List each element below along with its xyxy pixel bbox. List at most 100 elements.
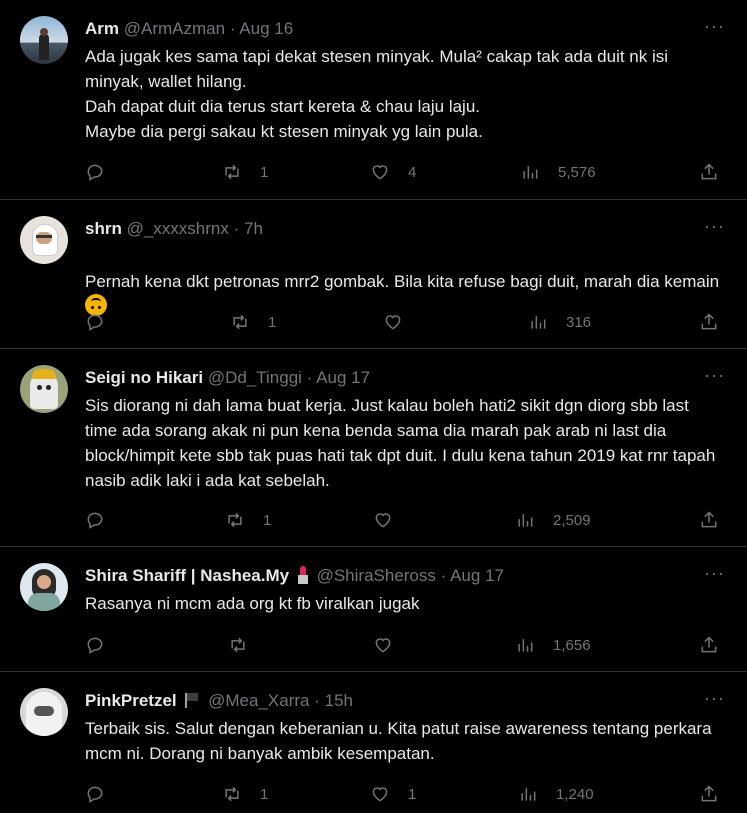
reply-button[interactable] [85,160,105,184]
user-handle[interactable]: @Mea_Xarra [208,691,309,710]
share-button[interactable] [699,310,719,334]
tweet[interactable]: Arm @ArmAzman · Aug 16 ··· Ada jugak kes… [0,0,747,200]
more-options-icon[interactable]: ··· [704,16,725,37]
views-button[interactable]: 5,576 [520,160,596,184]
views-icon [521,788,536,801]
views-icon [531,316,546,329]
views-button[interactable]: 1,240 [518,782,594,806]
more-options-icon[interactable]: ··· [704,365,725,386]
retweet-count: 1 [260,163,269,181]
reply-button[interactable] [85,310,105,334]
heart-icon [375,638,391,653]
views-button[interactable]: 316 [528,310,591,334]
heart-icon [372,165,388,180]
more-options-icon[interactable]: ··· [704,216,725,237]
views-icon [518,514,533,527]
timestamp[interactable]: Aug 17 [316,368,370,387]
retweet-icon [231,637,245,653]
like-button[interactable] [383,310,403,334]
action-bar: 1 316 [85,310,725,334]
share-icon [701,636,717,653]
retweet-button[interactable] [228,633,248,657]
share-button[interactable] [699,782,719,806]
avatar[interactable] [20,365,68,413]
retweet-icon [225,786,239,802]
avatar[interactable] [20,688,68,736]
black-flag-icon [185,693,199,708]
tweet-header: Shira Shariff | Nashea.My @ShiraSheross … [85,565,504,587]
retweet-icon [228,512,242,528]
retweet-button[interactable]: 1 [230,310,276,334]
tweet[interactable]: shrn @_xxxxshrnx · 7h ··· Pernah kena dk… [0,200,747,349]
user-handle[interactable]: @_xxxxshrnx [127,219,229,238]
user-handle[interactable]: @ArmAzman [124,19,225,38]
share-button[interactable] [699,160,719,184]
view-count: 5,576 [558,163,596,181]
reply-button[interactable] [85,782,105,806]
reply-icon [87,637,103,654]
reply-icon [87,164,103,181]
more-options-icon[interactable]: ··· [704,688,725,709]
separator-dot: · [233,219,240,238]
reply-button[interactable] [85,508,105,532]
share-icon [701,785,717,802]
like-button[interactable]: 4 [370,160,416,184]
view-count: 1,240 [556,785,594,803]
views-button[interactable]: 1,656 [515,633,591,657]
separator-dot: · [229,19,236,38]
retweet-count: 1 [260,785,269,803]
retweet-button[interactable]: 1 [222,160,268,184]
display-name[interactable]: Shira Shariff | Nashea.My [85,566,289,585]
share-icon [701,511,717,528]
avatar[interactable] [20,216,68,264]
retweet-icon [225,164,239,180]
share-button[interactable] [699,633,719,657]
separator-dot: · [314,691,320,710]
heart-icon [372,787,388,802]
action-bar: 1 1 1,240 [85,782,725,806]
reply-icon [87,314,103,331]
action-bar: 1,656 [85,633,725,657]
tweet[interactable]: Shira Shariff | Nashea.My @ShiraSheross … [0,547,747,672]
lipstick-emoji [297,566,308,584]
tweet-text: Rasanya ni mcm ada org kt fb viralkan ju… [85,594,420,613]
retweet-button[interactable]: 1 [222,782,268,806]
display-name[interactable]: Arm [85,19,119,38]
retweet-count: 1 [268,313,277,331]
display-name[interactable]: shrn [85,219,122,238]
share-button[interactable] [699,508,719,532]
like-button[interactable] [373,508,393,532]
views-icon [523,166,538,179]
views-button[interactable]: 2,509 [515,508,591,532]
avatar[interactable] [20,563,68,611]
timestamp[interactable]: 15h [325,691,353,710]
display-name[interactable]: PinkPretzel [85,691,177,710]
tweet-text: Sis diorang ni dah lama buat kerja. Just… [85,396,716,490]
tweet-header: PinkPretzel @Mea_Xarra · 15h [85,690,353,712]
view-count: 2,509 [553,511,591,529]
tweet[interactable]: Seigi no Hikari @Dd_Tinggi · Aug 17 ··· … [0,349,747,547]
retweet-button[interactable]: 1 [225,508,271,532]
tweet-header: Seigi no Hikari @Dd_Tinggi · Aug 17 [85,367,370,389]
more-options-icon[interactable]: ··· [704,563,725,584]
tweet-header: Arm @ArmAzman · Aug 16 [85,18,293,40]
like-button[interactable]: 1 [370,782,416,806]
avatar[interactable] [20,16,68,64]
user-handle[interactable]: @ShiraSheross [317,566,436,585]
separator-dot: · [306,368,313,387]
tweet[interactable]: PinkPretzel @Mea_Xarra · 15h ··· Terbaik… [0,672,747,813]
display-name[interactable]: Seigi no Hikari [85,368,203,387]
view-count: 1,656 [553,636,591,654]
timestamp[interactable]: Aug 17 [450,566,504,585]
tweet-text: Terbaik sis. Salut dengan keberanian u. … [85,719,712,763]
user-handle[interactable]: @Dd_Tinggi [208,368,302,387]
timestamp[interactable]: 7h [244,219,263,238]
share-icon [701,163,717,180]
tweet-text: Ada jugak kes sama tapi dekat stesen min… [85,47,669,141]
reply-button[interactable] [85,633,105,657]
timestamp[interactable]: Aug 16 [239,19,293,38]
heart-icon [385,315,401,330]
views-icon [518,639,533,652]
like-button[interactable] [373,633,393,657]
retweet-icon [233,314,247,330]
